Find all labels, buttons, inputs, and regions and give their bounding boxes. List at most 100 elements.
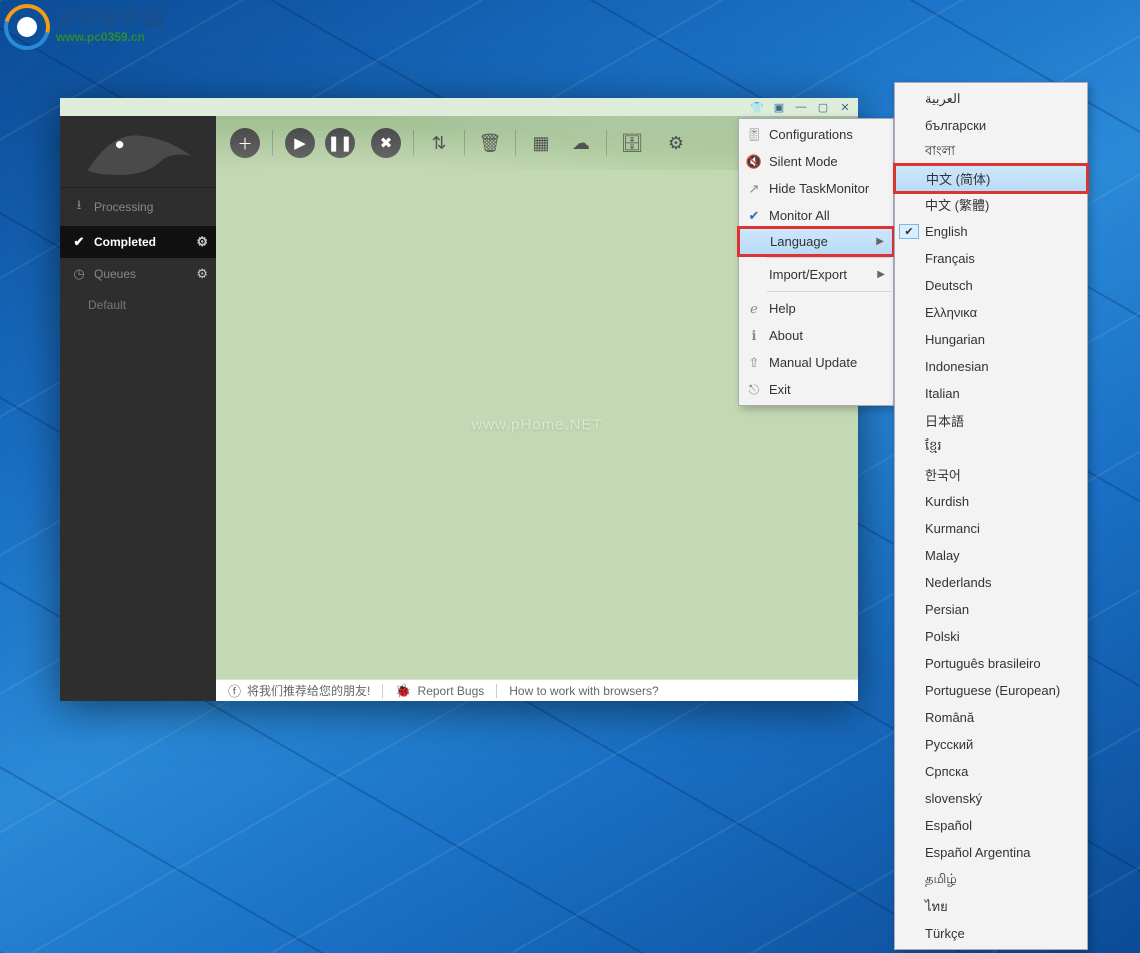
check-icon [899,474,919,476]
grabber-icon[interactable]: ▦ [528,130,554,156]
menu-item-import-export[interactable]: Import/Export▶ [739,261,893,288]
window-minimize-icon[interactable]: — [790,100,812,114]
language-label: Türkçe [919,926,1079,941]
check-icon [899,447,919,449]
language-option[interactable]: Ελληνικα [895,299,1087,326]
menu-item-configurations[interactable]: 🎚Configurations [739,121,893,148]
cloud-download-icon[interactable]: ☁ [568,130,594,156]
language-option[interactable]: Nederlands [895,569,1087,596]
language-option[interactable]: Malay [895,542,1087,569]
menu-item-about[interactable]: ℹAbout [739,322,893,349]
language-option[interactable]: Русский [895,731,1087,758]
settings-icon[interactable]: ⚙ [663,130,689,156]
window-shirt-icon[interactable]: 👕 [746,100,768,114]
separator [413,130,414,156]
check-icon [899,636,919,638]
sidebar: ⭳ Processing ✔ Completed ⚙ ◷ Queues ⚙ De… [60,116,216,701]
sidebar-item-processing[interactable]: ⭳ Processing [60,188,216,226]
menu-item-exit[interactable]: ⎋Exit [739,376,893,403]
language-label: ខ្មែរ [919,438,1079,457]
language-option[interactable]: বাংলা [895,139,1087,166]
language-option[interactable]: ខ្មែរ [895,434,1087,461]
menu-item-help[interactable]: ℯHelp [739,295,893,322]
language-option[interactable]: Persian [895,596,1087,623]
sort-icon[interactable]: ⇅ [426,130,452,156]
statusbar-report-bugs[interactable]: 🐞 Report Bugs [383,680,496,701]
language-option[interactable]: Hungarian [895,326,1087,353]
language-option[interactable]: العربية [895,85,1087,112]
statusbar-recommend[interactable]: ⓕ 将我们推荐给您的朋友! [216,680,382,701]
language-option[interactable]: Español Argentina [895,839,1087,866]
language-option[interactable]: Deutsch [895,272,1087,299]
gear-icon[interactable]: ⚙ [196,234,208,250]
trash-icon[interactable]: 🗑 [477,130,503,156]
check-icon [899,393,919,395]
separator [606,130,607,156]
menu-item-manual-update[interactable]: ⇧Manual Update [739,349,893,376]
check-icon [899,501,919,503]
menu-item-silent-mode[interactable]: 🔇Silent Mode [739,148,893,175]
language-option[interactable]: Español [895,812,1087,839]
separator [515,130,516,156]
sidebar-item-completed[interactable]: ✔ Completed ⚙ [60,226,216,258]
language-label: Nederlands [919,575,1079,590]
window-close-icon[interactable]: ✕ [834,100,856,114]
menu-item-monitor-all[interactable]: ✔Monitor All [739,202,893,229]
add-button[interactable]: ＋ [230,128,260,158]
language-option[interactable]: Français [895,245,1087,272]
window-popup-icon[interactable]: ▣ [768,100,790,114]
check-icon [899,906,919,908]
window-maximize-icon[interactable]: ▢ [812,100,834,114]
language-option[interactable]: български [895,112,1087,139]
pause-button[interactable]: ❚❚ [325,128,355,158]
language-option[interactable]: 中文 (简体) [895,165,1087,192]
database-icon[interactable]: 🗄 [619,130,645,156]
language-option[interactable]: 한국어 [895,461,1087,488]
language-option[interactable]: Türkçe [895,920,1087,947]
language-option[interactable]: Kurmanci [895,515,1087,542]
language-option[interactable]: 中文 (繁體) [895,191,1087,218]
language-label: Português brasileiro [919,656,1079,671]
gear-icon[interactable]: ⚙ [196,266,208,282]
app-logo [60,116,216,188]
check-icon: ✔ [743,208,765,224]
site-logo-icon [4,4,50,50]
settings-menu: 🎚Configurations🔇Silent Mode↗Hide TaskMon… [738,118,894,406]
sidebar-label: Processing [94,200,153,214]
play-button[interactable]: ▶ [285,128,315,158]
language-option[interactable]: Italian [895,380,1087,407]
silent-icon: 🔇 [743,154,765,170]
language-option[interactable]: slovenský [895,785,1087,812]
sidebar-item-default[interactable]: Default [60,290,216,320]
check-circle-icon: ✔ [72,234,86,250]
language-label: 中文 (繁體) [919,195,1079,214]
language-option[interactable]: Română [895,704,1087,731]
check-icon [900,178,920,180]
language-label: Kurmanci [919,521,1079,536]
check-icon [899,420,919,422]
language-option[interactable]: Polski [895,623,1087,650]
menu-divider [767,257,891,258]
check-icon [899,690,919,692]
language-option[interactable]: Kurdish [895,488,1087,515]
language-option[interactable]: Portuguese (European) [895,677,1087,704]
menu-item-language[interactable]: Language▶ [739,228,893,255]
statusbar-browsers[interactable]: How to work with browsers? [497,680,670,701]
language-label: Persian [919,602,1079,617]
menu-item-label: Monitor All [765,208,885,223]
language-label: Español Argentina [919,845,1079,860]
language-option[interactable]: 日本語 [895,407,1087,434]
language-label: Română [919,710,1079,725]
language-option[interactable]: ✔English [895,218,1087,245]
sidebar-item-queues[interactable]: ◷ Queues ⚙ [60,258,216,290]
menu-item-hide-taskmonitor[interactable]: ↗Hide TaskMonitor [739,175,893,202]
stop-button[interactable]: ✖ [371,128,401,158]
language-option[interactable]: Português brasileiro [895,650,1087,677]
check-icon [899,717,919,719]
language-option[interactable]: Indonesian [895,353,1087,380]
language-option[interactable]: தமிழ் [895,866,1087,893]
check-icon [899,339,919,341]
language-label: Polski [919,629,1079,644]
language-option[interactable]: ไทย [895,893,1087,920]
language-option[interactable]: Српска [895,758,1087,785]
